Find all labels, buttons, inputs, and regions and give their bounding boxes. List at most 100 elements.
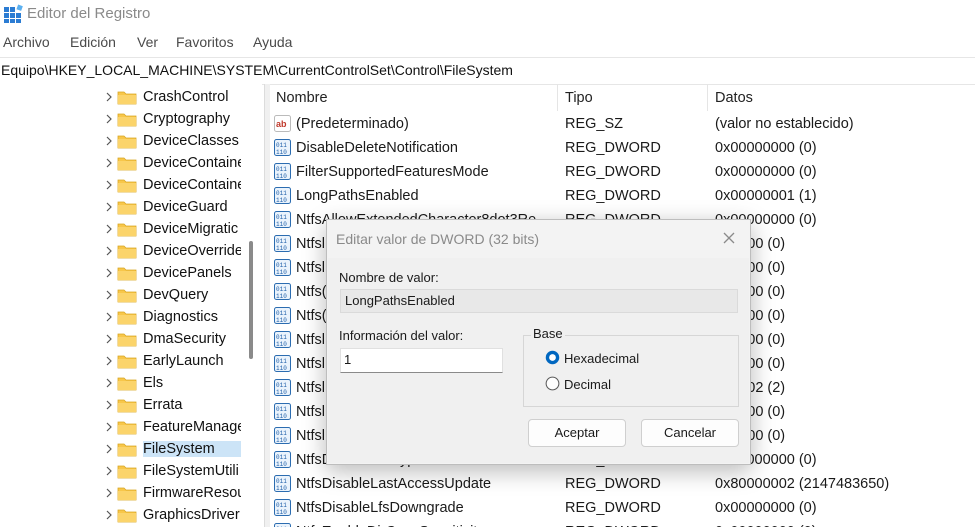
tree-item-label[interactable]: CrashControl xyxy=(143,89,241,105)
tree-item-label[interactable]: DeviceMigratic xyxy=(143,221,241,237)
tree-item-label[interactable]: DeviceContaine xyxy=(143,155,241,171)
tree-item[interactable]: DeviceMigratic xyxy=(0,218,262,240)
value-row[interactable]: 011 110 LongPathsEnabled REG_DWORD 0x0000000… xyxy=(270,184,975,208)
tree-item[interactable]: Diagnostics xyxy=(0,306,262,328)
tree-item-label[interactable]: DevicePanels xyxy=(143,265,241,281)
chevron-right-icon[interactable] xyxy=(104,509,114,521)
value-row[interactable]: 011 110 DisableDeleteNotification REG_DWORD… xyxy=(270,136,975,160)
chevron-right-icon[interactable] xyxy=(104,91,114,103)
value-name-cell[interactable]: (Predeterminado) xyxy=(296,116,409,132)
chevron-right-icon[interactable] xyxy=(104,135,114,147)
tree-item-label[interactable]: Diagnostics xyxy=(143,309,241,325)
chevron-right-icon[interactable] xyxy=(104,355,114,367)
tree-item[interactable]: DeviceClasses xyxy=(0,130,262,152)
chevron-right-icon[interactable] xyxy=(104,333,114,345)
value-row[interactable]: 011 110 NtfsDisableLastAccessUpdate REG_DWO… xyxy=(270,472,975,496)
chevron-right-icon[interactable] xyxy=(104,421,114,433)
chevron-right-icon[interactable] xyxy=(104,465,114,477)
chevron-right-icon[interactable] xyxy=(104,399,114,411)
radio-decimal-label[interactable]: Decimal xyxy=(564,377,611,392)
tree-item[interactable]: DeviceOverride xyxy=(0,240,262,262)
value-name-cell[interactable]: Ntfsl xyxy=(296,404,325,420)
tree-item-label[interactable]: Els xyxy=(143,375,241,391)
tree-item-label[interactable]: DmaSecurity xyxy=(143,331,241,347)
chevron-right-icon[interactable] xyxy=(104,245,114,257)
tree-item-label[interactable]: FeatureManage xyxy=(143,419,241,435)
tree-item[interactable]: FirmwareResou xyxy=(0,482,262,504)
tree-item[interactable]: Cryptography xyxy=(0,108,262,130)
value-row[interactable]: ab (Predeterminado) REG_SZ (valor no establ… xyxy=(270,112,975,136)
tree-item-label[interactable]: DeviceGuard xyxy=(143,199,241,215)
ok-button[interactable]: Aceptar xyxy=(528,419,626,447)
radio-decimal[interactable] xyxy=(545,376,560,391)
tree-item-label[interactable]: DeviceOverride xyxy=(143,243,241,259)
chevron-right-icon[interactable] xyxy=(104,443,114,455)
tree-item[interactable]: GraphicsDriver xyxy=(0,504,262,526)
value-name-cell[interactable]: Ntfsl xyxy=(296,332,325,348)
tree-item[interactable]: DeviceGuard xyxy=(0,196,262,218)
value-name-cell[interactable]: FilterSupportedFeaturesMode xyxy=(296,164,489,180)
value-name-cell[interactable]: NtfsDisableLastAccessUpdate xyxy=(296,476,491,492)
tree-item[interactable]: DevQuery xyxy=(0,284,262,306)
radio-hexadecimal-label[interactable]: Hexadecimal xyxy=(564,351,639,366)
value-name-cell[interactable]: Ntfsl xyxy=(296,356,325,372)
tree-item-label[interactable]: DevQuery xyxy=(143,287,241,303)
tree-item-label[interactable]: GraphicsDriver xyxy=(143,507,241,523)
column-divider[interactable] xyxy=(707,84,708,111)
column-divider[interactable] xyxy=(557,84,558,111)
value-name-cell[interactable]: NtfsDisableLfsDowngrade xyxy=(296,500,464,516)
tree-item-label[interactable]: FirmwareResou xyxy=(143,485,241,501)
value-name-cell[interactable]: Ntfsl xyxy=(296,428,325,444)
value-name-cell[interactable]: Ntfs( xyxy=(296,284,327,300)
value-name-cell[interactable]: Ntfsl xyxy=(296,236,325,252)
value-name-cell[interactable]: Ntfs( xyxy=(296,308,327,324)
value-row[interactable]: 011110NtfsEnableDirCaseSensitivityREG_DW… xyxy=(270,520,975,527)
chevron-right-icon[interactable] xyxy=(104,311,114,323)
value-row[interactable]: 011 110 NtfsDisableLfsDowngrade REG_DWORD 0x… xyxy=(270,496,975,520)
address-path[interactable]: Equipo\HKEY_LOCAL_MACHINE\SYSTEM\Current… xyxy=(1,62,513,78)
chevron-right-icon[interactable] xyxy=(104,223,114,235)
value-name-cell[interactable]: Ntfsl xyxy=(296,380,325,396)
menu-ayuda[interactable]: Ayuda xyxy=(253,34,292,50)
chevron-right-icon[interactable] xyxy=(104,157,114,169)
value-name-cell[interactable]: Ntfsl xyxy=(296,260,325,276)
value-data-input[interactable]: 1 xyxy=(340,348,503,373)
value-data-text[interactable]: 1 xyxy=(344,352,351,367)
tree-item[interactable]: DeviceContaine xyxy=(0,152,262,174)
tree-item-label[interactable]: DeviceClasses xyxy=(143,133,241,149)
chevron-right-icon[interactable] xyxy=(104,179,114,191)
tree-item-label[interactable]: DeviceContaine xyxy=(143,177,241,193)
tree-item[interactable]: Errata xyxy=(0,394,262,416)
menu-favoritos[interactable]: Favoritos xyxy=(176,34,234,50)
tree-item[interactable]: DmaSecurity xyxy=(0,328,262,350)
tree-scrollbar-thumb[interactable] xyxy=(249,241,253,359)
tree-item[interactable]: FeatureManage xyxy=(0,416,262,438)
tree-item[interactable]: FileSystemUtili xyxy=(0,460,262,482)
tree-item[interactable]: FileSystem xyxy=(0,438,262,460)
tree-item[interactable]: EarlyLaunch xyxy=(0,350,262,372)
menu-archivo[interactable]: Archivo xyxy=(3,34,50,50)
chevron-right-icon[interactable] xyxy=(104,487,114,499)
menu-edicion[interactable]: Edición xyxy=(70,34,116,50)
tree-item[interactable]: CrashControl xyxy=(0,86,262,108)
close-icon[interactable] xyxy=(719,228,739,248)
chevron-right-icon[interactable] xyxy=(104,289,114,301)
tree-item-label[interactable]: FileSystem xyxy=(143,441,241,457)
menu-ver[interactable]: Ver xyxy=(137,34,158,50)
cancel-button[interactable]: Cancelar xyxy=(641,419,739,447)
chevron-right-icon[interactable] xyxy=(104,377,114,389)
tree-item-label[interactable]: FileSystemUtili xyxy=(143,463,241,479)
tree-item-label[interactable]: Cryptography xyxy=(143,111,241,127)
tree-item[interactable]: DevicePanels xyxy=(0,262,262,284)
tree-item[interactable]: DeviceContaine xyxy=(0,174,262,196)
key-tree[interactable]: CrashControl Cryptography DeviceClasses Dev… xyxy=(0,84,262,527)
address-bar[interactable]: Equipo\HKEY_LOCAL_MACHINE\SYSTEM\Current… xyxy=(0,57,975,85)
tree-item-label[interactable]: EarlyLaunch xyxy=(143,353,241,369)
tree-item[interactable]: Els xyxy=(0,372,262,394)
chevron-right-icon[interactable] xyxy=(104,201,114,213)
value-row[interactable]: 011 110 FilterSupportedFeaturesMode REG_DWO… xyxy=(270,160,975,184)
value-name-cell[interactable]: LongPathsEnabled xyxy=(296,188,419,204)
radio-hexadecimal[interactable] xyxy=(545,350,560,365)
tree-item-label[interactable]: Errata xyxy=(143,397,241,413)
value-name-cell[interactable]: DisableDeleteNotification xyxy=(296,140,458,156)
